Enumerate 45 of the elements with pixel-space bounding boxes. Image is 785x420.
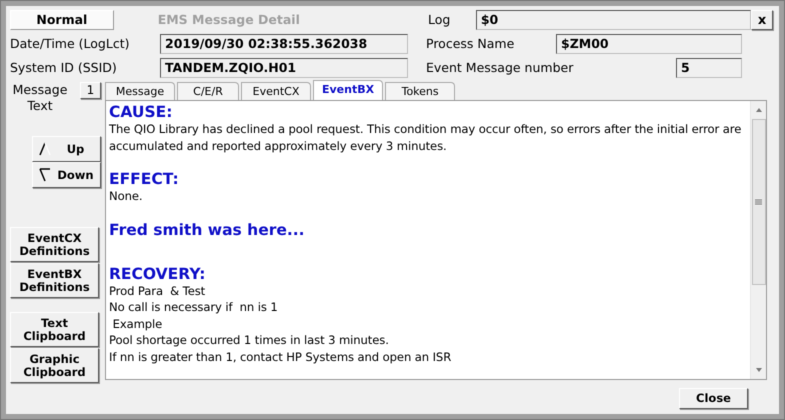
section-heading: EFFECT: [109, 170, 180, 188]
count-button[interactable]: 1 [80, 82, 101, 99]
side-button[interactable]: Text Clipboard [10, 312, 99, 347]
nav-button[interactable]: Down [32, 162, 101, 188]
grip-icon [755, 199, 762, 205]
field-label: System ID (SSID) [10, 58, 118, 77]
scroll-thumb[interactable] [752, 119, 766, 285]
message-text: No call is necessary if nn is 1 [109, 299, 279, 316]
up-triangle-icon [39, 142, 51, 156]
close-button[interactable]: x [751, 10, 773, 30]
tab[interactable]: Tokens [385, 82, 456, 100]
scroll-up-icon[interactable] [754, 107, 762, 113]
field-label: Log [428, 10, 452, 29]
message-text: Prod Para & Test [109, 282, 206, 299]
down-triangle-icon [39, 168, 51, 182]
window-title: EMS Message Detail [158, 10, 301, 29]
message-text: The QIO Library has declined a pool request. This condition may occur often, so errors after the initial error are accumulated and reported approximately every 3 minutes. [109, 121, 742, 154]
log-field[interactable]: $0 [476, 10, 752, 30]
message-text: Pool shortage occurred 1 times in last 3 minutes. [109, 332, 390, 348]
event-number-field[interactable]: 5 [676, 58, 742, 78]
section-heading: Fred smith was here... [109, 220, 306, 238]
tab[interactable]: EventCX [241, 82, 311, 100]
section-heading: CAUSE: [109, 103, 174, 121]
side-button[interactable]: EventCX Definitions [10, 227, 99, 262]
system-id-field[interactable]: TANDEM.ZQIO.H01 [160, 58, 408, 78]
scrollbar[interactable] [750, 101, 766, 379]
tab[interactable]: C/E/R [177, 82, 239, 100]
field-label: Date/Time (LogLct) [10, 34, 130, 53]
tab[interactable]: Message [105, 82, 175, 100]
nav-button[interactable]: Up [32, 136, 101, 162]
side-button[interactable]: EventBX Definitions [10, 263, 99, 298]
message-text: If nn is greater than 1, contact HP Systems and open an ISR [109, 348, 452, 365]
field-label: Message Text [12, 82, 68, 114]
tab[interactable]: EventBX [313, 80, 384, 100]
scroll-down-icon[interactable] [754, 367, 762, 373]
field-label: Process Name [426, 34, 516, 53]
section-heading: RECOVERY: [109, 264, 206, 282]
field-label: Event Message number [426, 58, 574, 77]
process-name-field[interactable]: $ZM00 [556, 34, 742, 54]
close-button[interactable]: Close [679, 388, 748, 409]
message-text: Example [112, 316, 164, 332]
datetime-field[interactable]: 2019/09/30 02:38:55.362038 [160, 34, 408, 54]
message-text: None. [109, 188, 144, 204]
side-button[interactable]: Graphic Clipboard [10, 348, 99, 383]
status-indicator: Normal [10, 10, 114, 30]
